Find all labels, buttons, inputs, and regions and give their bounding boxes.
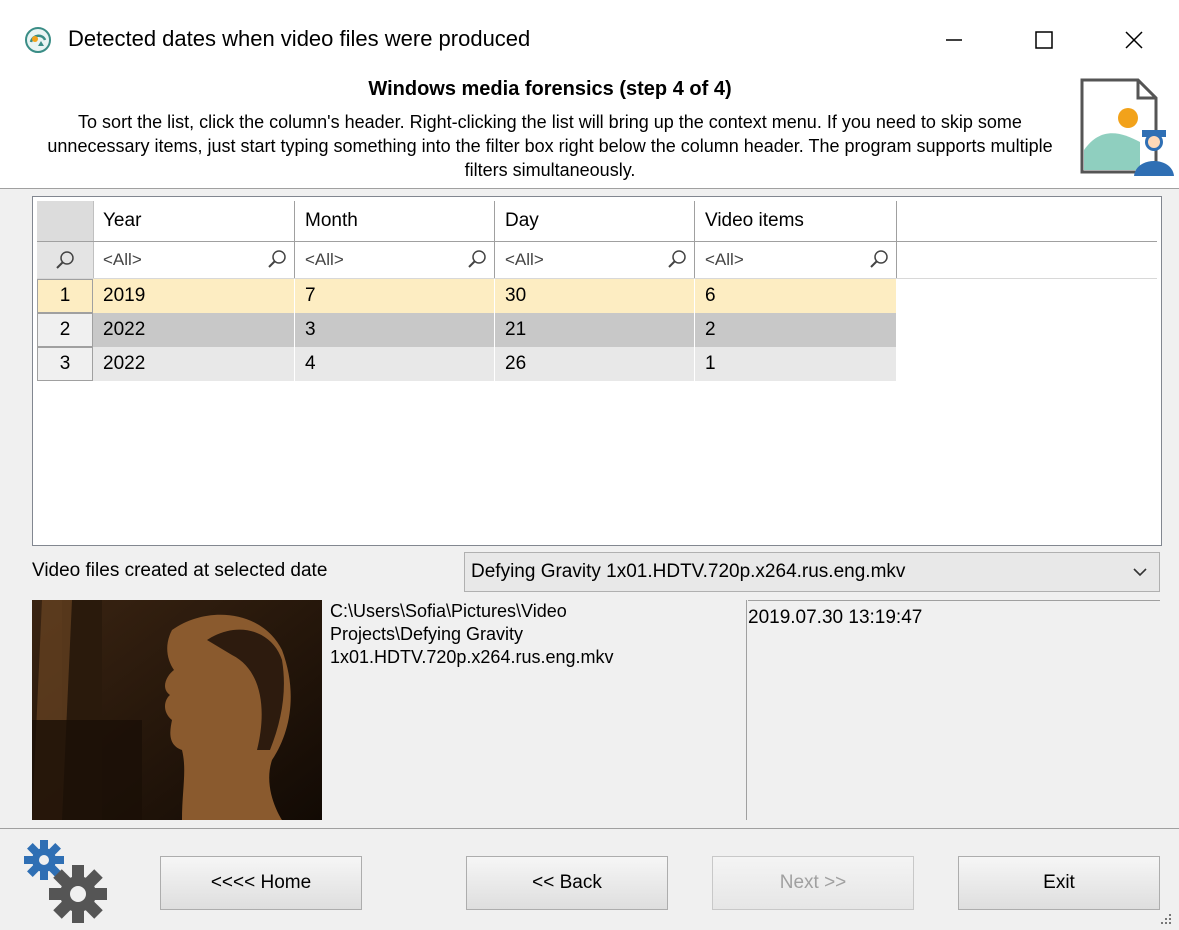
home-button[interactable]: <<<< Home bbox=[160, 856, 362, 910]
cell-day: 30 bbox=[495, 279, 695, 313]
instructions-text: To sort the list, click the column's hea… bbox=[47, 112, 1053, 180]
file-path-line: 1x01.HDTV.720p.x264.rus.eng.mkv bbox=[330, 647, 614, 667]
file-path-line: C:\Users\Sofia\Pictures\Video bbox=[330, 601, 567, 621]
filter-cell-video-items bbox=[695, 242, 897, 278]
search-icon bbox=[468, 250, 486, 268]
cell-year: 2022 bbox=[93, 347, 295, 381]
cell-month: 7 bbox=[295, 279, 495, 313]
close-button[interactable] bbox=[1106, 14, 1162, 66]
grid-corner bbox=[37, 201, 94, 241]
cell-day: 26 bbox=[495, 347, 695, 381]
minimize-button[interactable] bbox=[926, 14, 982, 66]
cell-month: 4 bbox=[295, 347, 495, 381]
file-path-line: Projects\Defying Gravity bbox=[330, 624, 524, 644]
filter-row-search-icon bbox=[37, 242, 94, 278]
maximize-button[interactable] bbox=[1016, 14, 1072, 66]
table-row[interactable]: 1 2019 7 30 6 bbox=[37, 279, 897, 313]
cell-month: 3 bbox=[295, 313, 495, 347]
cell-video-items: 6 bbox=[695, 279, 897, 313]
file-path-panel: C:\Users\Sofia\Pictures\Video Projects\D… bbox=[328, 600, 747, 820]
filter-input-day[interactable] bbox=[495, 249, 657, 271]
filter-input-year[interactable] bbox=[93, 249, 255, 271]
cell-day: 21 bbox=[495, 313, 695, 347]
cell-year: 2022 bbox=[93, 313, 295, 347]
close-icon bbox=[1125, 31, 1143, 49]
app-icon bbox=[25, 27, 51, 53]
row-number: 3 bbox=[37, 347, 93, 381]
maximize-icon bbox=[1035, 31, 1053, 49]
next-button[interactable]: Next >> bbox=[712, 856, 914, 910]
table-row[interactable]: 3 2022 4 26 1 bbox=[37, 347, 897, 381]
chevron-down-icon bbox=[1133, 568, 1147, 577]
cell-video-items: 2 bbox=[695, 313, 897, 347]
exit-button[interactable]: Exit bbox=[958, 856, 1160, 910]
wizard-header: Windows media forensics (step 4 of 4) To… bbox=[0, 66, 1179, 189]
search-icon bbox=[268, 250, 286, 268]
file-date: 2019.07.30 13:19:47 bbox=[748, 607, 923, 628]
row-number: 1 bbox=[37, 279, 93, 313]
search-icon bbox=[870, 250, 888, 268]
back-button[interactable]: << Back bbox=[466, 856, 668, 910]
forensics-logo-icon bbox=[1080, 78, 1174, 176]
resize-grip-icon[interactable] bbox=[1159, 912, 1173, 926]
filter-cell-month bbox=[295, 242, 495, 278]
filter-cell-day bbox=[495, 242, 695, 278]
cell-video-items: 1 bbox=[695, 347, 897, 381]
dates-grid[interactable]: Year Month Day Video items 1 2019 7 30 bbox=[32, 196, 1162, 546]
filter-input-month[interactable] bbox=[295, 249, 457, 271]
table-row[interactable]: 2 2022 3 21 2 bbox=[37, 313, 897, 347]
footer-separator bbox=[0, 828, 1179, 829]
video-file-select-value: Defying Gravity 1x01.HDTV.720p.x264.rus.… bbox=[471, 561, 906, 582]
video-thumbnail bbox=[32, 600, 322, 820]
search-icon bbox=[668, 250, 686, 268]
file-date-panel: 2019.07.30 13:19:47 bbox=[748, 600, 1160, 821]
window-title: Detected dates when video files were pro… bbox=[68, 26, 531, 51]
filter-row bbox=[37, 242, 1157, 279]
filter-cell-year bbox=[93, 242, 295, 278]
grid-header: Year Month Day Video items bbox=[37, 201, 1157, 242]
video-files-label: Video files created at selected date bbox=[32, 560, 328, 581]
column-header-video-items[interactable]: Video items bbox=[695, 201, 897, 241]
gears-icon bbox=[24, 840, 107, 923]
row-number: 2 bbox=[37, 313, 93, 347]
filter-input-video-items[interactable] bbox=[695, 249, 857, 271]
column-header-year[interactable]: Year bbox=[93, 201, 295, 241]
column-header-month[interactable]: Month bbox=[295, 201, 495, 241]
column-header-day[interactable]: Day bbox=[495, 201, 695, 241]
minimize-icon bbox=[946, 39, 962, 41]
video-file-select[interactable]: Defying Gravity 1x01.HDTV.720p.x264.rus.… bbox=[464, 552, 1160, 592]
step-title: Windows media forensics (step 4 of 4) bbox=[368, 78, 732, 100]
cell-year: 2019 bbox=[93, 279, 295, 313]
